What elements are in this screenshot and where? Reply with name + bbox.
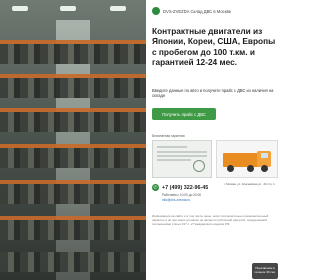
truck-window — [261, 153, 268, 158]
engine-shelf — [0, 184, 146, 204]
ceiling-light — [12, 6, 28, 11]
truck-wheel — [247, 165, 254, 172]
engine-shelf — [0, 148, 146, 168]
doc-line — [157, 159, 191, 161]
address-text: г. Москва, ул. Ключевская ул., 20 стр. 1 — [224, 182, 275, 186]
engine-shelf — [0, 252, 146, 272]
guarantee-title: Бесплатная гарантия — [152, 134, 185, 138]
engine-shelf — [0, 220, 146, 240]
phone-icon: ✆ — [152, 184, 159, 191]
doc-line — [157, 151, 207, 153]
warehouse-photo — [0, 0, 146, 280]
brand-logo[interactable]: DVS-ZVEZDA Склад ДВС в Москве — [152, 7, 231, 15]
engine-shelf — [0, 112, 146, 132]
callback-widget-button[interactable]: Перезвоним в течение 30 сек. — [252, 263, 278, 279]
engine-shelf — [0, 44, 146, 64]
email-link[interactable]: info@dvs-zvezda.ru — [162, 198, 190, 202]
hero-subtext: Введите данные по авто и получите прайс … — [152, 88, 274, 99]
truck-wheel — [227, 165, 234, 172]
doc-line — [157, 155, 207, 157]
delivery-truck-image[interactable] — [216, 140, 278, 178]
engine-shelf — [0, 78, 146, 98]
phone-number[interactable]: +7 (499) 322-96-45 — [162, 185, 208, 191]
doc-line — [157, 146, 187, 148]
working-hours: Работаем с 10:00 до 20:00 — [162, 193, 202, 197]
ceiling-light — [110, 6, 126, 11]
brand-name: DVS-ZVEZDA Склад ДВС в Москве — [163, 8, 232, 14]
ceiling-light — [60, 6, 76, 11]
logo-icon — [152, 7, 160, 15]
truck-wheel — [261, 165, 268, 172]
guarantee-document-image[interactable] — [152, 140, 212, 178]
legal-disclaimer: Информация на сайте и в том числе цены, … — [152, 214, 269, 226]
get-price-button[interactable]: Получить прайс с ДВС — [152, 108, 216, 120]
phone-contact[interactable]: ✆ +7 (499) 322-96-45 — [152, 184, 208, 191]
doc-seal — [193, 160, 205, 172]
hero-headline: Контрактные двигатели из Японии, Кореи, … — [152, 26, 276, 68]
